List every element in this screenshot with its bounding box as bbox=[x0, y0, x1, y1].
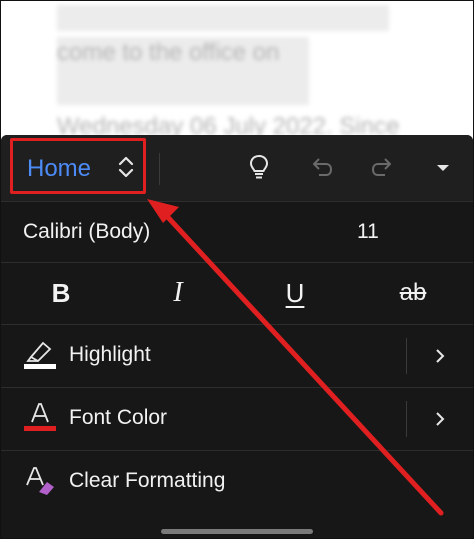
home-tab-label: Home bbox=[27, 155, 92, 182]
toolbar-divider bbox=[159, 153, 160, 185]
highlighter-icon bbox=[24, 341, 56, 369]
row-divider bbox=[406, 338, 407, 374]
undo-icon[interactable] bbox=[307, 153, 335, 181]
highlight-color-swatch bbox=[24, 364, 56, 369]
ribbon-toolbar: Home bbox=[1, 135, 473, 201]
blurred-text-block bbox=[57, 5, 389, 31]
font-color-row[interactable]: Font Color bbox=[1, 388, 473, 450]
document-line: come to the office on bbox=[57, 39, 280, 66]
document-area[interactable]: come to the office on Wednesday 06 July … bbox=[1, 1, 473, 135]
font-size-dropdown[interactable]: 11 bbox=[331, 202, 411, 262]
chevron-right-icon[interactable] bbox=[433, 411, 447, 427]
chevron-up-down-icon bbox=[118, 156, 134, 178]
font-color-label: Font Color bbox=[69, 406, 168, 429]
screenshot-frame: come to the office on Wednesday 06 July … bbox=[0, 0, 474, 539]
highlight-label: Highlight bbox=[69, 343, 151, 366]
row-divider bbox=[406, 401, 407, 437]
home-tab-selector[interactable]: Home bbox=[10, 138, 146, 194]
home-indicator-bar[interactable] bbox=[161, 529, 313, 534]
strikethrough-button[interactable]: ab bbox=[391, 273, 435, 313]
clear-formatting-label: Clear Formatting bbox=[69, 469, 226, 492]
document-line: Wednesday 06 July 2022. Since bbox=[57, 113, 400, 135]
font-color-icon bbox=[24, 403, 56, 431]
font-color-swatch bbox=[24, 426, 56, 431]
underline-button[interactable]: U bbox=[275, 273, 315, 313]
highlight-row[interactable]: Highlight bbox=[1, 325, 473, 387]
italic-button[interactable]: I bbox=[158, 273, 198, 313]
lightbulb-icon[interactable] bbox=[245, 153, 273, 181]
chevron-right-icon[interactable] bbox=[433, 348, 447, 364]
font-name-dropdown[interactable]: Calibri (Body) bbox=[1, 202, 301, 262]
clear-formatting-icon bbox=[26, 467, 54, 495]
caret-down-icon[interactable] bbox=[429, 153, 457, 181]
font-name: Calibri (Body) bbox=[23, 220, 151, 243]
font-size: 11 bbox=[357, 220, 379, 243]
bold-button[interactable]: B bbox=[41, 273, 81, 313]
clear-formatting-row[interactable]: Clear Formatting bbox=[1, 451, 473, 513]
redo-icon[interactable] bbox=[369, 153, 397, 181]
ribbon-panel: Home Calibri (Body) 11 B I U ab Highligh… bbox=[1, 135, 473, 538]
divider bbox=[1, 262, 473, 263]
